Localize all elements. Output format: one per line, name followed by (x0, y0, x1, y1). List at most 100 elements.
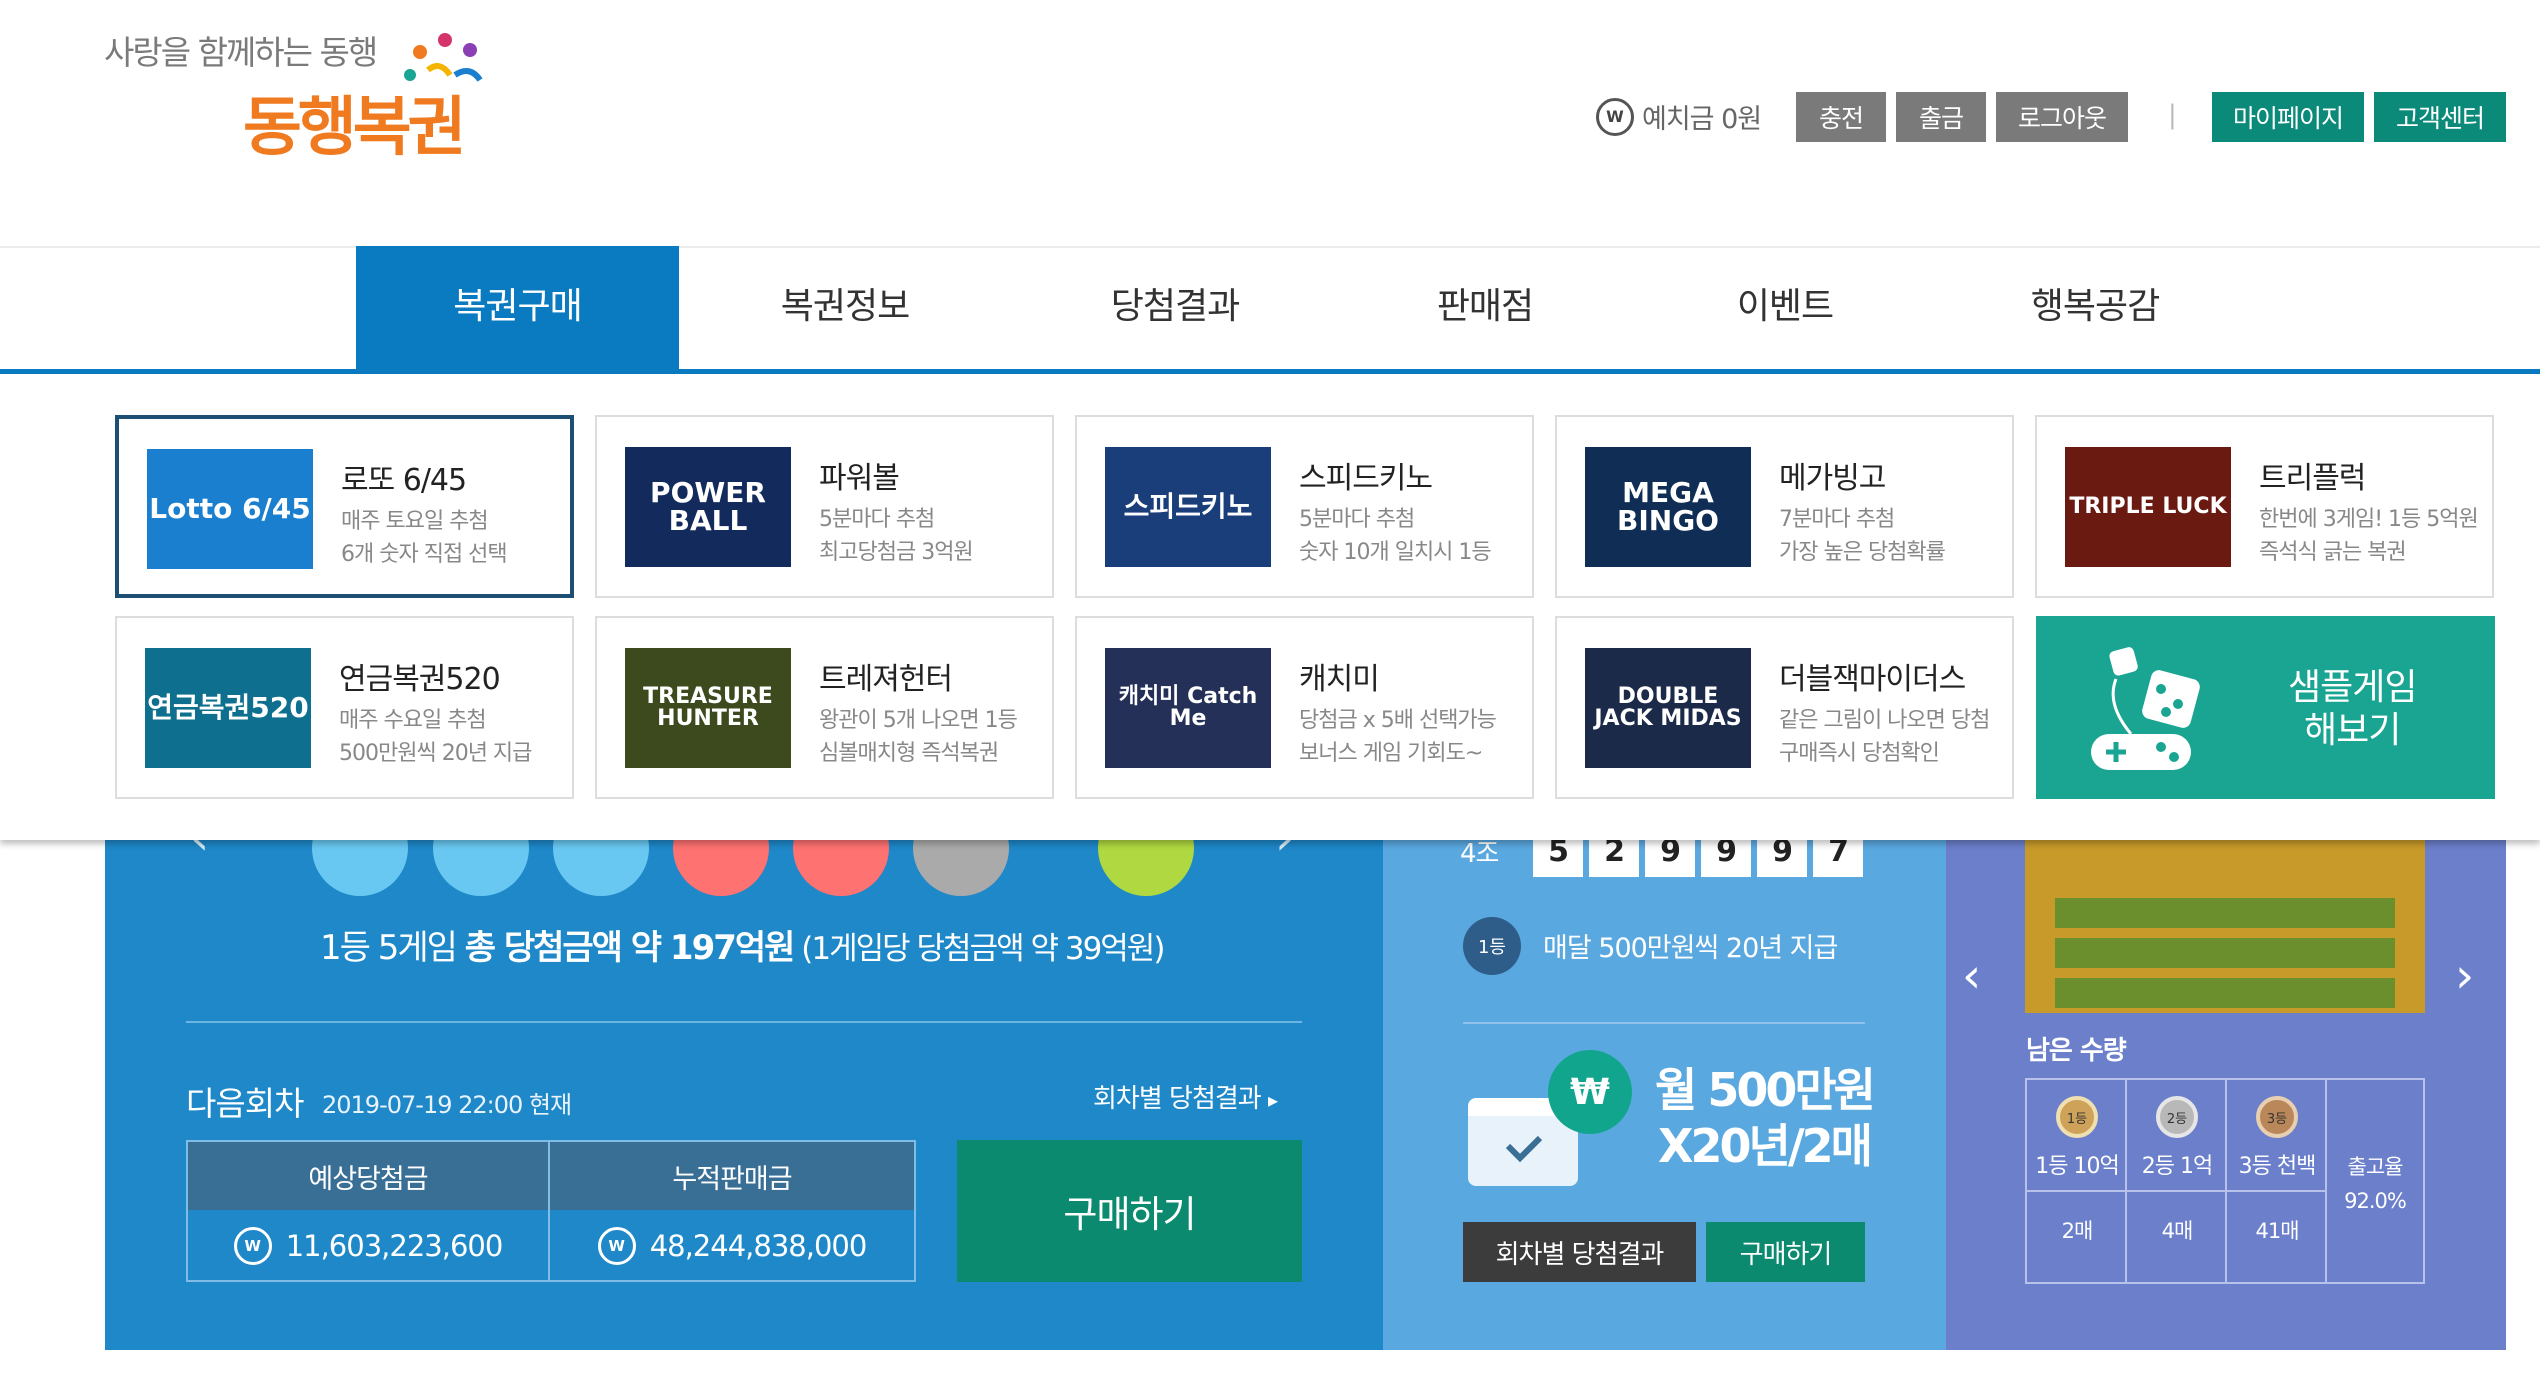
game-description: 5분마다 추첨 숫자 10개 일치시 1등 (1299, 503, 1492, 569)
game-logo[interactable]: MEGA BINGO (1585, 447, 1751, 567)
game-logo[interactable]: 스피드키노 (1105, 447, 1271, 567)
game-desc-line: 최고당첨금 3억원 (819, 540, 974, 565)
game-desc-line: 심볼매치형 즉석복권 (819, 741, 999, 766)
game-title[interactable]: 파워볼 (819, 453, 900, 497)
game-desc-line: 가장 높은 당첨확률 (1779, 540, 1946, 565)
game-title[interactable]: 트레져헌터 (819, 654, 953, 698)
game-logo[interactable]: 연금복권520 (145, 648, 311, 768)
game-card[interactable]: TRIPLE LUCK 트리플럭한번에 3게임! 1등 5억원즉석식 긁는 복권 (2035, 415, 2494, 598)
game-logo[interactable]: Lotto 6/45 (147, 449, 313, 569)
mypage-button[interactable]: 마이페이지 (2212, 92, 2364, 142)
game-desc-line: 구매즉시 당첨확인 (1779, 741, 1940, 766)
pension-promo: 월 500만원 X20년/2매 (1655, 1062, 1876, 1174)
game-desc-line: 7분마다 추첨 (1779, 507, 1895, 532)
game-title[interactable]: 메가빙고 (1779, 453, 1886, 497)
jackpot-per-game: (1게임당 당첨금액 약 39억원) (793, 931, 1165, 967)
game-title[interactable]: 로또 6/45 (341, 455, 467, 499)
game-desc-line: 500만원씩 20년 지급 (339, 741, 532, 766)
logo-mark-icon (404, 33, 483, 82)
divider (186, 1021, 1302, 1023)
pension-buy-button[interactable]: 구매하기 (1706, 1222, 1865, 1282)
remaining-table: 1등 1등 10억 2매 2등 2등 1억 4매 3등 3등 천백 41매 출고… (2025, 1078, 2425, 1284)
game-description: 당첨금 x 5배 선택가능 보너스 게임 기회도~ (1299, 704, 1497, 770)
jackpot-prefix: 1등 5게임 (320, 928, 465, 968)
bronze-medal-icon: 3등 (2256, 1096, 2298, 1138)
nav-item-lottery-info[interactable]: 복권정보 (700, 282, 990, 332)
nav-item-stores[interactable]: 판매점 (1340, 282, 1630, 332)
gold-medal-icon: 1등 (2056, 1096, 2098, 1138)
prize-table-header: 누적판매금 (550, 1142, 914, 1210)
rank-label: 3등 천백 (2238, 1154, 2317, 1179)
round-results-link-label[interactable]: 회차별 당첨결과 (1093, 1084, 1262, 1114)
balance-label: 예치금 0원 (1642, 104, 1762, 135)
sample-game-line2: 해보기 (2304, 710, 2401, 751)
estimated-prize-value: 11,603,223,600 (285, 1229, 504, 1263)
game-card[interactable]: TREASURE HUNTER 트레져헌터왕관이 5개 나오면 1등심볼매치형 즉… (595, 616, 1054, 799)
game-card[interactable]: DOUBLE JACK MIDAS 더블잭마이더스 같은 그림이 나오면 당첨 구매즉… (1555, 616, 2014, 799)
prize-table: 예상당첨금 누적판매금 W 11,603,223,600 W 48,244,838,… (186, 1140, 916, 1282)
sample-game-label[interactable]: 샘플게임 해보기 (2288, 666, 2417, 752)
release-rate: 출고율 92.0% (2327, 1150, 2423, 1218)
release-rate-label: 출고율 (2347, 1155, 2404, 1179)
game-logo[interactable]: POWER BALL (625, 447, 791, 567)
game-description: 왕관이 5개 나오면 1등심볼매치형 즉석복권 (819, 704, 1018, 770)
support-button[interactable]: 고객센터 (2374, 92, 2506, 142)
game-card[interactable]: POWER BALL 파워볼 5분마다 추첨최고당첨금 3억원 (595, 415, 1054, 598)
rank-count: 4매 (2161, 1219, 2194, 1243)
nav-item-results[interactable]: 당첨결과 (1030, 282, 1320, 332)
game-title[interactable]: 캐치미 (1299, 654, 1380, 698)
game-description: 매주 토요일 추첨 6개 숫자 직접 선택 (341, 505, 508, 571)
game-desc-line: 매주 수요일 추첨 (339, 708, 487, 733)
game-card[interactable]: 스피드키노 스피드키노 5분마다 추첨 숫자 10개 일치시 1등 (1075, 415, 1534, 598)
jackpot-summary: 1등 5게임 총 당첨금액 약 197억원 (1게임당 당첨금액 약 39억원) (320, 920, 1165, 969)
game-logo[interactable]: DOUBLE JACK MIDAS (1585, 648, 1751, 768)
withdraw-button[interactable]: 출금 (1896, 92, 1986, 142)
wallet-balance: W 예치금 0원 (1596, 97, 1762, 136)
round-results-link[interactable]: 회차별 당첨결과 ▸ (1093, 1078, 1278, 1115)
logout-button[interactable]: 로그아웃 (1996, 92, 2128, 142)
rank-column: 3등 3등 천백 41매 (2227, 1080, 2327, 1282)
instant-next-icon[interactable]: › (2455, 948, 2474, 1004)
rank-column: 1등 1등 10억 2매 (2027, 1080, 2127, 1282)
nav-item-happiness[interactable]: 행복공감 (1950, 282, 2240, 332)
pension-results-button[interactable]: 회차별 당첨결과 (1463, 1222, 1696, 1282)
nav-item-lottery-purchase[interactable]: 복권구매 (356, 282, 679, 332)
game-card[interactable]: Lotto 6/45 로또 6/45 매주 토요일 추첨 6개 숫자 직접 선택 (115, 415, 574, 598)
game-title[interactable]: 더블잭마이더스 (1779, 654, 1966, 698)
game-desc-line: 즉석식 긁는 복권 (2259, 540, 2407, 565)
won-coin-icon: W (597, 1227, 636, 1265)
game-desc-line: 5분마다 추첨 (819, 507, 935, 532)
game-title[interactable]: 스피드키노 (1299, 453, 1433, 497)
total-sales-value: 48,244,838,000 (649, 1229, 868, 1263)
game-title[interactable]: 트리플럭 (2259, 453, 2366, 497)
game-logo[interactable]: TRIPLE LUCK (2065, 447, 2231, 567)
game-desc-line: 한번에 3게임! 1등 5억원 (2259, 507, 2479, 532)
sample-game-card[interactable]: 샘플게임 해보기 (2036, 616, 2495, 799)
logo-tagline: 사랑을 함께하는 동행 (104, 33, 378, 72)
lotto-buy-button[interactable]: 구매하기 (957, 1140, 1302, 1282)
game-description: 한번에 3게임! 1등 5억원즉석식 긁는 복권 (2259, 503, 2479, 569)
game-desc-line: 보너스 게임 기회도~ (1299, 741, 1483, 766)
won-coin-icon: W (1596, 97, 1634, 136)
won-coin-icon: W (233, 1227, 272, 1265)
game-desc-line: 5분마다 추첨 (1299, 507, 1415, 532)
game-desc-line: 왕관이 5개 나오면 1등 (819, 708, 1018, 733)
instant-ticket-image[interactable] (2025, 838, 2425, 1013)
game-description: 매주 수요일 추첨 500만원씩 20년 지급 (339, 704, 532, 770)
silver-medal-icon: 2등 (2156, 1096, 2198, 1138)
rank-badge: 1등 (1463, 917, 1521, 975)
next-round-date: 2019-07-19 22:00 현재 (322, 1091, 572, 1119)
game-logo[interactable]: TREASURE HUNTER (625, 648, 791, 768)
nav-item-events[interactable]: 이벤트 (1640, 282, 1930, 332)
game-card[interactable]: 캐치미 Catch Me 캐치미당첨금 x 5배 선택가능 보너스 게임 기회도~ (1075, 616, 1534, 799)
instant-prev-icon[interactable]: ‹ (1962, 948, 1981, 1004)
pension-promo-line1: 월 500만원 (1655, 1063, 1876, 1117)
rank-label: 1등 10억 (2035, 1154, 2119, 1179)
prize-table-header: 예상당첨금 (188, 1142, 550, 1210)
game-card[interactable]: 연금복권520 연금복권520 매주 수요일 추첨 500만원씩 20년 지급 (115, 616, 574, 799)
charge-button[interactable]: 충전 (1796, 92, 1886, 142)
game-title[interactable]: 연금복권520 (339, 654, 501, 698)
game-card[interactable]: MEGA BINGO 메가빙고 7분마다 추첨가장 높은 당첨확률 (1555, 415, 2014, 598)
rank-count: 41매 (2255, 1219, 2299, 1243)
game-logo[interactable]: 캐치미 Catch Me (1105, 648, 1271, 768)
